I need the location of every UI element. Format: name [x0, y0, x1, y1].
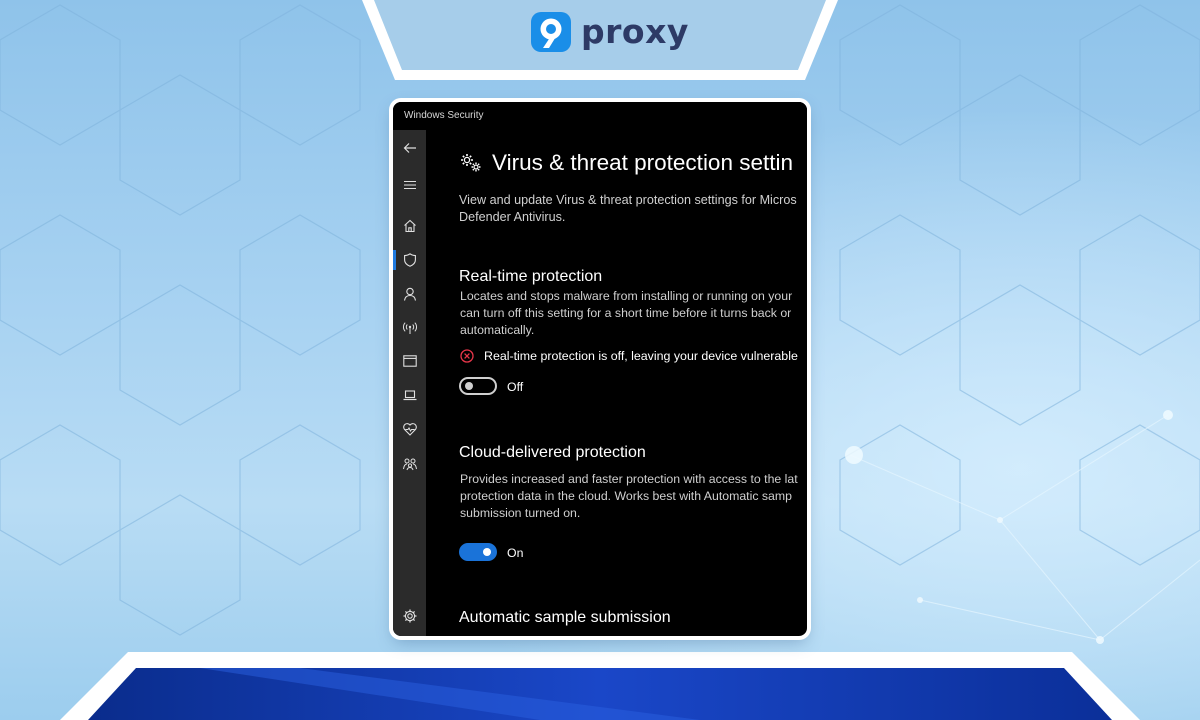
- menu-button[interactable]: [393, 170, 426, 200]
- proxy-logo-icon: [531, 12, 571, 52]
- toggle-knob: [465, 382, 473, 390]
- realtime-protection-toggle[interactable]: [459, 377, 497, 395]
- description-line: Locates and stops malware from installin…: [460, 289, 793, 303]
- heart-pulse-icon: [402, 423, 417, 436]
- realtime-warning: Real-time protection is off, leaving you…: [460, 349, 798, 363]
- nav-home[interactable]: [393, 211, 426, 241]
- window-title: Windows Security: [393, 102, 807, 130]
- windows-security-window: Windows Security Virus & threat protecti…: [393, 102, 807, 636]
- gears-icon: [461, 154, 481, 172]
- brand-name: proxy: [581, 12, 689, 51]
- laptop-icon: [403, 390, 416, 401]
- proxy-logo: proxy: [531, 12, 689, 52]
- nav-firewall[interactable]: [393, 313, 426, 343]
- settings-button[interactable]: [393, 601, 426, 631]
- description-line: can turn off this setting for a short ti…: [460, 306, 792, 320]
- realtime-description: Locates and stops malware from installin…: [460, 288, 792, 339]
- settings-content: Virus & threat protection settin View an…: [426, 130, 807, 636]
- nav-app-browser-control[interactable]: [393, 346, 426, 376]
- back-arrow-icon: [403, 143, 416, 153]
- cloud-toggle-state: On: [507, 546, 524, 560]
- warning-text: Real-time protection is off, leaving you…: [484, 349, 798, 363]
- browser-window-icon: [402, 355, 417, 367]
- intro-line: View and update Virus & threat protectio…: [459, 193, 797, 207]
- page-title-text: Virus & threat protection settin: [492, 150, 793, 175]
- cloud-description: Provides increased and faster protection…: [460, 471, 798, 522]
- toggle-knob: [483, 548, 491, 556]
- description-line: submission turned on.: [460, 506, 581, 520]
- nav-account-protection[interactable]: [393, 279, 426, 309]
- intro-line: Defender Antivirus.: [459, 210, 566, 224]
- wireless-antenna-icon: [402, 322, 417, 334]
- nav-virus-protection[interactable]: [393, 245, 426, 275]
- realtime-heading: Real-time protection: [459, 268, 603, 285]
- nav-device-security[interactable]: [393, 380, 426, 410]
- home-icon: [403, 219, 416, 233]
- error-x-icon: [460, 349, 474, 363]
- hamburger-menu-icon: [403, 180, 416, 190]
- nav-rail: [393, 130, 426, 636]
- description-line: protection data in the cloud. Works best…: [460, 489, 792, 503]
- description-line: automatically.: [460, 323, 535, 337]
- family-icon: [402, 458, 417, 471]
- gear-icon: [403, 609, 416, 623]
- nav-device-health[interactable]: [393, 414, 426, 444]
- cloud-protection-toggle[interactable]: [459, 543, 497, 561]
- shield-icon: [403, 253, 416, 267]
- page-title: Virus & threat protection settin: [459, 150, 793, 176]
- intro-text: View and update Virus & threat protectio…: [459, 192, 797, 226]
- realtime-toggle-state: Off: [507, 380, 524, 394]
- description-line: Provides increased and faster protection…: [460, 472, 798, 486]
- sample-submission-heading: Automatic sample submission: [459, 609, 671, 626]
- person-icon: [403, 287, 416, 301]
- back-button[interactable]: [393, 133, 426, 163]
- cloud-heading: Cloud-delivered protection: [459, 444, 646, 461]
- nav-family-options[interactable]: [393, 449, 426, 479]
